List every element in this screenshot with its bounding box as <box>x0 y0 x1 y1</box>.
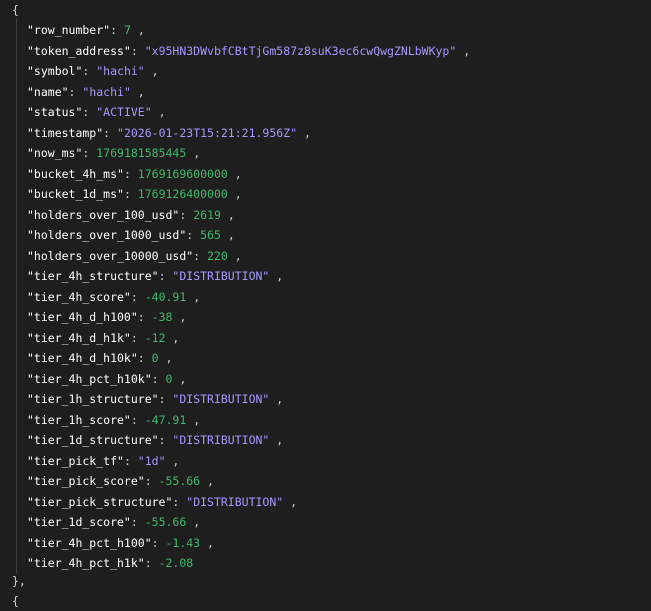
json-value: -38 <box>151 310 173 324</box>
json-value: -55.66 <box>158 474 201 488</box>
json-value: 1769126400000 <box>137 187 228 201</box>
json-value: -55.66 <box>144 515 187 529</box>
json-entry: "tier_4h_structure": "DISTRIBUTION" , <box>27 269 284 283</box>
json-entry: "tier_1h_structure": "DISTRIBUTION" , <box>27 392 284 406</box>
close-brace: }, <box>12 574 26 588</box>
json-key: "tier_pick_tf" <box>27 453 124 468</box>
json-key: "row_number" <box>27 23 111 37</box>
json-entry: "tier_4h_d_h100": -38 , <box>27 310 187 324</box>
json-key: "bucket_4h_ms" <box>27 166 124 181</box>
json-key: "tier_pick_score" <box>27 474 145 488</box>
json-value: -40.91 <box>144 289 187 304</box>
open-brace: { <box>12 3 19 17</box>
json-entry: "holders_over_1000_usd": 565 , <box>27 228 235 242</box>
json-key: "tier_1d_score" <box>27 515 131 529</box>
json-entry: "tier_4h_d_h1k": -12 , <box>27 330 180 345</box>
json-key: "status" <box>27 105 83 119</box>
json-value: "DISTRIBUTION" <box>172 269 270 283</box>
json-entry: "status": "ACTIVE" , <box>27 105 166 119</box>
json-value: -12 <box>144 330 166 345</box>
json-value: 1769169600000 <box>137 166 228 181</box>
json-value: 7 <box>123 23 131 37</box>
next-open-brace: { <box>12 594 19 608</box>
json-entry: "bucket_1d_ms": 1769126400000 , <box>27 187 242 201</box>
json-entry: "row_number": 7 , <box>27 23 145 37</box>
json-key: "tier_4h_structure" <box>27 269 159 283</box>
json-key: "holders_over_100_usd" <box>27 207 180 222</box>
json-entry: "tier_4h_pct_h100": -1.43 , <box>27 535 214 550</box>
json-key: "tier_4h_d_h1k" <box>27 330 131 345</box>
json-value: "DISTRIBUTION" <box>172 433 270 447</box>
json-entry: "tier_pick_tf": "1d" , <box>27 453 180 468</box>
json-key: "holders_over_1000_usd" <box>27 228 187 242</box>
json-entry: "name": "hachi" , <box>27 84 145 99</box>
json-entry: "timestamp": "2026-01-23T15:21:21.956Z" … <box>27 125 311 140</box>
json-value: 565 <box>200 228 221 242</box>
json-entry: "tier_4h_d_h10k": 0 , <box>27 351 173 365</box>
json-value: -1.43 <box>165 535 201 550</box>
json-value: "hachi" <box>96 64 145 78</box>
json-value: 2619 <box>193 207 221 222</box>
json-entry: "tier_1h_score": -47.91 , <box>27 412 201 427</box>
json-entry: "tier_4h_pct_h1k": -2.08 <box>27 556 194 570</box>
json-key: "tier_1d_structure" <box>27 433 159 447</box>
json-key: "tier_1h_structure" <box>27 392 159 406</box>
json-value: "2026-01-23T15:21:21.956Z" <box>117 125 298 140</box>
json-key: "symbol" <box>27 64 83 78</box>
json-entry: "tier_4h_score": -40.91 , <box>27 289 201 304</box>
json-entry: "tier_pick_score": -55.66 , <box>27 474 214 488</box>
json-key: "tier_4h_pct_h10k" <box>27 371 152 386</box>
json-key: "timestamp" <box>27 125 104 140</box>
json-key: "now_ms" <box>27 146 83 160</box>
json-entry: "holders_over_100_usd": 2619 , <box>27 207 235 222</box>
json-key: "holders_over_10000_usd" <box>27 248 194 263</box>
json-key: "bucket_1d_ms" <box>27 187 124 201</box>
json-key: "token_address" <box>27 43 131 58</box>
json-entry: "symbol": "hachi" , <box>27 64 159 78</box>
json-key: "name" <box>27 84 69 99</box>
indent-guide <box>16 18 17 574</box>
json-entry: "tier_1d_score": -55.66 , <box>27 515 201 529</box>
json-key: "tier_4h_score" <box>27 289 131 304</box>
json-viewer: { "row_number": 7 , "token_address": "x9… <box>0 0 651 608</box>
json-value: "x95HN3DWvbfCBtTjGm587z8suK3ec6cwQwgZNLb… <box>144 43 457 58</box>
json-key: "tier_4h_d_h10k" <box>27 351 138 365</box>
json-entry: "tier_pick_structure": "DISTRIBUTION" , <box>27 494 298 509</box>
json-key: "tier_1h_score" <box>27 412 131 427</box>
json-value: "hachi" <box>82 84 131 99</box>
json-key: "tier_pick_structure" <box>27 494 173 509</box>
json-entry: "token_address": "x95HN3DWvbfCBtTjGm587z… <box>27 43 471 58</box>
json-value: "ACTIVE" <box>96 105 152 119</box>
json-value: 220 <box>207 248 228 263</box>
json-value: 1769181585445 <box>96 146 187 160</box>
json-key: "tier_4h_pct_h100" <box>27 535 152 550</box>
json-key: "tier_4h_d_h100" <box>27 310 138 324</box>
json-value: "DISTRIBUTION" <box>186 494 284 509</box>
json-key: "tier_4h_pct_h1k" <box>27 556 145 570</box>
json-value: -2.08 <box>158 556 194 570</box>
json-value: -47.91 <box>144 412 187 427</box>
json-value: "DISTRIBUTION" <box>172 392 270 406</box>
json-entry: "tier_1d_structure": "DISTRIBUTION" , <box>27 433 284 447</box>
json-entry: "now_ms": 1769181585445 , <box>27 146 201 160</box>
json-entry: "tier_4h_pct_h10k": 0 , <box>27 371 187 386</box>
json-value: 0 <box>151 351 159 365</box>
json-entry: "bucket_4h_ms": 1769169600000 , <box>27 166 242 181</box>
json-value: "1d" <box>137 453 166 468</box>
json-entry: "holders_over_10000_usd": 220 , <box>27 248 242 263</box>
